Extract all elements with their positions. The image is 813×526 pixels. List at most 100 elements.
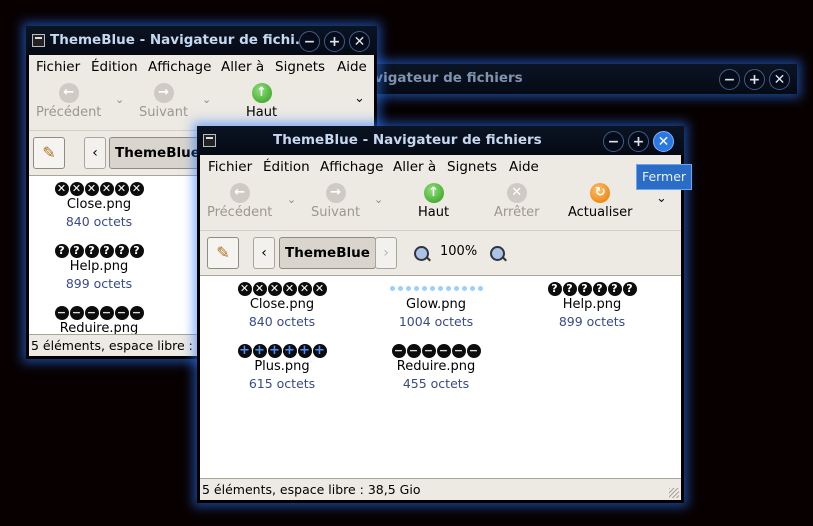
front-window: ThemeBlue - Navigateur de fichiers − + ✕…: [197, 126, 684, 503]
file-name: Close.png: [66, 197, 132, 212]
mid-window-title: ThemeBlue - Navigateur de fichi...: [50, 32, 311, 48]
up-button[interactable]: ↑ Haut: [418, 183, 449, 220]
up-arrow-icon: ↑: [423, 183, 444, 203]
window-menu-icon[interactable]: [32, 34, 45, 47]
file-item[interactable]: Glow.png 1004 octets: [366, 282, 506, 329]
back-window-minimize-button[interactable]: −: [719, 69, 740, 90]
front-location-bar: ✎ ‹ ThemeBlue › 100%: [200, 232, 681, 274]
file-name: Reduire.png: [396, 359, 476, 374]
minimize-icons-preview: − − − − − −: [29, 306, 169, 320]
back-window-maximize-button[interactable]: +: [744, 69, 765, 90]
file-name: Plus.png: [254, 359, 310, 374]
up-arrow-icon: ↑: [251, 83, 272, 103]
breadcrumb-right-button[interactable]: ›: [375, 237, 397, 269]
menu-edition[interactable]: Édition: [91, 59, 138, 75]
file-item[interactable]: − − − − − − Reduire.png 455 octets: [366, 344, 506, 391]
file-item[interactable]: ✕ ✕ ✕ ✕ ✕ ✕ Close.png 840 octets: [29, 182, 169, 229]
file-item[interactable]: ?????? Help.png 899 octets: [522, 282, 662, 329]
front-window-close-button[interactable]: ✕: [653, 131, 674, 152]
location-edit-icon[interactable]: ✎: [33, 137, 65, 169]
minimize-icons-preview: − − − − − −: [366, 344, 506, 358]
forward-arrow-icon: →: [325, 183, 346, 203]
menu-edition[interactable]: Édition: [263, 159, 310, 175]
resize-grip[interactable]: [669, 488, 679, 498]
back-history-dropdown-icon[interactable]: ⌄: [115, 93, 124, 106]
file-name: Glow.png: [406, 297, 466, 312]
file-item[interactable]: ?????? Help.png 899 octets: [29, 244, 169, 291]
up-button[interactable]: ↑ Haut: [246, 83, 277, 120]
close-icons-preview: ✕ ✕ ✕ ✕ ✕ ✕: [29, 182, 169, 196]
stop-button[interactable]: ✕ Arrêter: [494, 183, 540, 220]
forward-button[interactable]: → Suivant: [139, 83, 188, 120]
front-file-view[interactable]: ✕ ✕ ✕ ✕ ✕ ✕ Close.png 840 octets Glow.png 100…: [200, 275, 681, 479]
back-arrow-icon: ←: [58, 83, 79, 103]
zoom-out-icon[interactable]: [414, 246, 429, 261]
back-window-close-button[interactable]: ✕: [769, 69, 790, 90]
toolbar-overflow-icon[interactable]: ⌄: [656, 191, 667, 206]
mid-window-close-button[interactable]: ✕: [349, 31, 370, 52]
file-size: 840 octets: [248, 314, 316, 329]
forward-history-dropdown-icon[interactable]: ⌄: [374, 193, 383, 206]
location-edit-icon[interactable]: ✎: [207, 237, 239, 269]
file-size: 899 octets: [558, 314, 626, 329]
front-window-titlebar[interactable]: ThemeBlue - Navigateur de fichiers − + ✕: [197, 126, 684, 155]
window-menu-icon[interactable]: [203, 134, 216, 147]
front-menubar: Fichier Édition Affichage Aller à Signet…: [200, 155, 681, 178]
forward-arrow-icon: →: [153, 83, 174, 103]
file-name: Close.png: [249, 297, 315, 312]
front-toolbar: ← Précédent ⌄ → Suivant ⌄ ↑ Haut ✕ Arrêt…: [200, 179, 681, 231]
back-arrow-icon: ←: [229, 183, 250, 203]
menu-affichage[interactable]: Affichage: [320, 159, 383, 175]
menu-aide[interactable]: Aide: [337, 59, 367, 75]
glow-icons-preview: [366, 282, 506, 296]
file-size: 840 octets: [65, 214, 133, 229]
file-name: Reduire.png: [59, 321, 139, 335]
file-size: 615 octets: [248, 376, 316, 391]
help-icons-preview: ??????: [29, 244, 169, 258]
mid-window-minimize-button[interactable]: −: [299, 31, 320, 52]
back-history-dropdown-icon[interactable]: ⌄: [287, 193, 296, 206]
file-item[interactable]: ✕ ✕ ✕ ✕ ✕ ✕ Close.png 840 octets: [212, 282, 352, 329]
reload-button[interactable]: ↻ Actualiser: [568, 183, 632, 220]
back-window: ThemeBlue - Navigateur de fichiers − + ✕: [363, 64, 797, 94]
front-window-title: ThemeBlue - Navigateur de fichiers: [273, 132, 542, 148]
menu-aide[interactable]: Aide: [509, 159, 539, 175]
back-button[interactable]: ← Précédent: [36, 83, 101, 120]
mid-toolbar: ← Précédent ⌄ → Suivant ⌄ ↑ Haut ⌄: [29, 79, 374, 131]
zoom-in-icon[interactable]: [490, 246, 505, 261]
file-name: Help.png: [562, 297, 622, 312]
stop-icon: ✕: [506, 183, 527, 203]
mid-window-titlebar[interactable]: ThemeBlue - Navigateur de fichi... − + ✕: [26, 26, 377, 55]
file-item[interactable]: + + + + + + Plus.png 615 octets: [212, 344, 352, 391]
menu-aller[interactable]: Aller à: [221, 59, 264, 75]
forward-history-dropdown-icon[interactable]: ⌄: [202, 93, 211, 106]
close-tooltip: Fermer: [636, 164, 692, 190]
front-window-body: Fichier Édition Affichage Aller à Signet…: [200, 155, 681, 500]
menu-fichier[interactable]: Fichier: [36, 59, 80, 75]
breadcrumb-themeblue[interactable]: ThemeBlue: [279, 237, 376, 269]
mid-window-maximize-button[interactable]: +: [324, 31, 345, 52]
front-window-minimize-button[interactable]: −: [603, 131, 624, 152]
zoom-level[interactable]: 100%: [440, 244, 477, 259]
mid-menubar: Fichier Édition Affichage Aller à Signet…: [29, 55, 374, 78]
close-icons-preview: ✕ ✕ ✕ ✕ ✕ ✕: [212, 282, 352, 296]
breadcrumb-left-button[interactable]: ‹: [84, 137, 106, 169]
toolbar-overflow-icon[interactable]: ⌄: [354, 91, 365, 106]
menu-signets[interactable]: Signets: [275, 59, 325, 75]
help-icons-preview: ??????: [522, 282, 662, 296]
menu-signets[interactable]: Signets: [447, 159, 497, 175]
front-status-bar: 5 éléments, espace libre : 38,5 Gio: [202, 482, 421, 497]
file-size: 899 octets: [65, 276, 133, 291]
breadcrumb-left-button[interactable]: ‹: [253, 237, 275, 269]
forward-button[interactable]: → Suivant: [311, 183, 360, 220]
plus-icons-preview: + + + + + +: [237, 343, 327, 358]
front-window-maximize-button[interactable]: +: [628, 131, 649, 152]
file-size: 455 octets: [402, 376, 470, 391]
back-window-titlebar[interactable]: ThemeBlue - Navigateur de fichiers − + ✕: [363, 64, 797, 94]
menu-affichage[interactable]: Affichage: [148, 59, 211, 75]
menu-fichier[interactable]: Fichier: [208, 159, 252, 175]
menu-aller[interactable]: Aller à: [393, 159, 436, 175]
back-button[interactable]: ← Précédent: [207, 183, 272, 220]
file-size: 1004 octets: [398, 314, 474, 329]
file-item[interactable]: − − − − − − Reduire.png: [29, 306, 169, 335]
